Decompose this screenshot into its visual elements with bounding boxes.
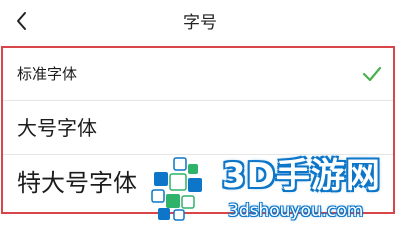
font-option-standard[interactable]: 标准字体 (3, 48, 393, 101)
font-option-label: 标准字体 (17, 65, 78, 83)
font-option-label: 大号字体 (17, 116, 97, 140)
checkmark-icon (361, 64, 383, 84)
font-option-large[interactable]: 大号字体 (3, 101, 393, 155)
page-title: 字号 (183, 13, 217, 33)
font-option-extra-large[interactable]: 特大号字体 (3, 155, 393, 211)
nav-bar: 字号 (0, 0, 400, 44)
font-option-label: 特大号字体 (17, 169, 137, 197)
